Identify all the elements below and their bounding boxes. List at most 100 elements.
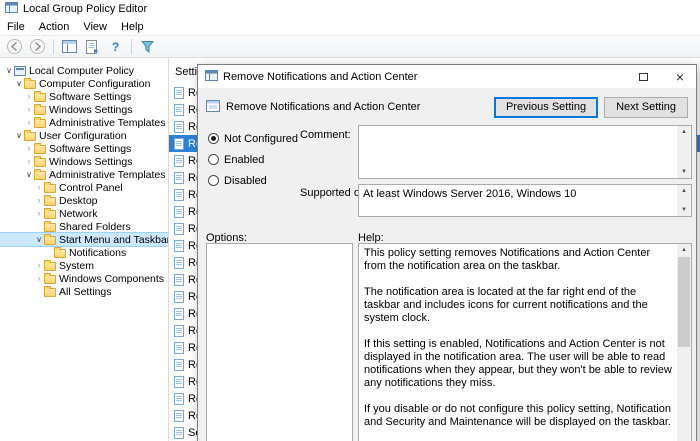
tree-expander-icon[interactable]: ∨: [14, 129, 24, 142]
tree-expander-icon[interactable]: ∨: [34, 233, 44, 246]
policy-setting-icon: [174, 206, 184, 218]
radio-button-icon: [208, 175, 219, 186]
scroll-up-icon[interactable]: ▲: [681, 126, 687, 138]
tree-item-all-settings[interactable]: All Settings: [0, 285, 168, 298]
comment-input[interactable]: ▲ ▼: [358, 125, 692, 179]
tree-item-administrative-templates[interactable]: › Administrative Templates: [0, 116, 168, 129]
help-paragraph: If you disable or do not configure this …: [364, 403, 673, 429]
tree-view: ∨ Local Computer Policy∨Computer Configur…: [0, 58, 169, 441]
radio-not-configured[interactable]: Not Configured: [208, 131, 298, 146]
tree-expander-icon[interactable]: ∨: [24, 168, 34, 181]
app-icon: [5, 2, 18, 16]
folder-icon: [34, 171, 46, 180]
help-scrollbar[interactable]: ▲ ▼: [677, 244, 691, 441]
next-setting-button[interactable]: Next Setting: [604, 97, 688, 118]
forward-icon[interactable]: [27, 37, 48, 56]
tree-expander-icon[interactable]: ∨: [4, 64, 14, 77]
radio-enabled[interactable]: Enabled: [208, 152, 298, 167]
policy-setting-icon: [174, 172, 184, 184]
tree-item-label: Desktop: [59, 195, 100, 207]
folder-icon: [34, 158, 46, 167]
tree-item-label: Control Panel: [59, 182, 125, 194]
scroll-up-icon[interactable]: ▲: [681, 185, 687, 197]
tree-item-windows-settings[interactable]: › Windows Settings: [0, 155, 168, 168]
scroll-down-icon[interactable]: ▼: [681, 166, 687, 178]
policy-setting-icon: [174, 87, 184, 99]
policy-icon: [206, 100, 220, 115]
local-group-policy-editor-window: Local Group Policy Editor File Action Vi…: [0, 0, 700, 58]
tree-item-start-menu-and-taskbar[interactable]: ∨ Start Menu and Taskbar: [0, 233, 168, 246]
toolbar-separator: [131, 39, 132, 54]
folder-icon: [34, 106, 46, 115]
filter-icon[interactable]: [137, 37, 158, 56]
tree-item-windows-settings[interactable]: › Windows Settings: [0, 103, 168, 116]
tree-expander-icon[interactable]: ›: [34, 194, 44, 207]
tree-item-label: Windows Settings: [49, 104, 134, 116]
menu-action[interactable]: Action: [32, 21, 77, 33]
maximize-button[interactable]: [627, 65, 659, 88]
tree-expander-icon[interactable]: ∨: [14, 77, 24, 90]
help-paragraph: The notification area is located at the …: [364, 286, 673, 325]
folder-icon: [24, 80, 36, 89]
tree-item-software-settings[interactable]: ›Software Settings: [0, 90, 168, 103]
policy-setting-icon: [174, 155, 184, 167]
supported-on-value: At least Windows Server 2016, Windows 10: [363, 188, 576, 200]
tree-item-shared-folders[interactable]: Shared Folders: [0, 220, 168, 233]
folder-icon: [24, 132, 36, 141]
tree-item-administrative-templates[interactable]: ∨Administrative Templates: [0, 168, 168, 181]
policy-setting-icon: [174, 359, 184, 371]
radio-dot: [211, 136, 216, 141]
tree-item-label: User Configuration: [39, 130, 129, 142]
console-tree-icon[interactable]: [59, 37, 80, 56]
export-list-icon[interactable]: [82, 37, 103, 56]
tree-expander-icon[interactable]: ›: [24, 142, 34, 155]
tree-expander-icon[interactable]: ›: [24, 103, 34, 116]
tree-item-computer-configuration[interactable]: ∨Computer Configuration: [0, 77, 168, 90]
tree-expander-icon[interactable]: ›: [34, 272, 44, 285]
tree-expander-icon[interactable]: ›: [24, 90, 34, 103]
tree-expander-icon[interactable]: ›: [34, 207, 44, 220]
folder-icon: [44, 236, 56, 245]
scrollbar-thumb[interactable]: [678, 257, 690, 347]
tree-expander-icon[interactable]: ›: [24, 116, 34, 129]
menu-help[interactable]: Help: [114, 21, 151, 33]
tree-item-network[interactable]: ›Network: [0, 207, 168, 220]
tree-expander-icon[interactable]: ›: [34, 259, 44, 272]
radio-disabled[interactable]: Disabled: [208, 173, 298, 188]
folder-icon: [34, 145, 46, 154]
tree-item-label: Start Menu and Taskbar: [59, 234, 169, 246]
tree-item-control-panel[interactable]: › Control Panel: [0, 181, 168, 194]
tree-item-label: Local Computer Policy: [29, 65, 136, 77]
tree-expander-icon[interactable]: ›: [24, 155, 34, 168]
menu-file[interactable]: File: [0, 21, 32, 33]
tree-item-notifications[interactable]: Notifications: [0, 246, 168, 259]
policy-setting-icon: [174, 274, 184, 286]
back-icon[interactable]: [4, 37, 25, 56]
scroll-down-icon[interactable]: ▼: [681, 204, 687, 216]
tree-expander-icon[interactable]: ›: [34, 181, 44, 194]
dialog-titlebar: Remove Notifications and Action Center ×: [198, 65, 696, 88]
policy-name: Remove Notifications and Action Center: [226, 101, 488, 113]
tree-item-system[interactable]: › System: [0, 259, 168, 272]
policy-setting-icon: [174, 342, 184, 354]
menu-view[interactable]: View: [76, 21, 114, 33]
tree-item-label: Administrative Templates: [49, 117, 168, 129]
tree-item-user-configuration[interactable]: ∨ User Configuration: [0, 129, 168, 142]
tree-item-desktop[interactable]: › Desktop: [0, 194, 168, 207]
policy-setting-icon: [174, 257, 184, 269]
dialog-title: Remove Notifications and Action Center: [223, 71, 622, 83]
tree-item-label: System: [59, 260, 96, 272]
scroll-up-icon[interactable]: ▲: [681, 244, 687, 256]
tree-item-label: Windows Settings: [49, 156, 134, 168]
help-icon[interactable]: ?: [105, 37, 126, 56]
comment-scrollbar[interactable]: ▲ ▼: [677, 126, 691, 178]
tree-item-software-settings[interactable]: ›Software Settings: [0, 142, 168, 155]
menubar: File Action View Help: [0, 18, 700, 35]
window-title: Local Group Policy Editor: [23, 3, 147, 15]
supported-scrollbar[interactable]: ▲ ▼: [677, 185, 691, 216]
tree-item-windows-components[interactable]: ›Windows Components: [0, 272, 168, 285]
tree-item-local-computer-policy[interactable]: ∨ Local Computer Policy: [0, 64, 168, 77]
close-button[interactable]: ×: [664, 65, 696, 88]
previous-setting-button[interactable]: Previous Setting: [494, 97, 598, 118]
policy-setting-icon: [174, 240, 184, 252]
